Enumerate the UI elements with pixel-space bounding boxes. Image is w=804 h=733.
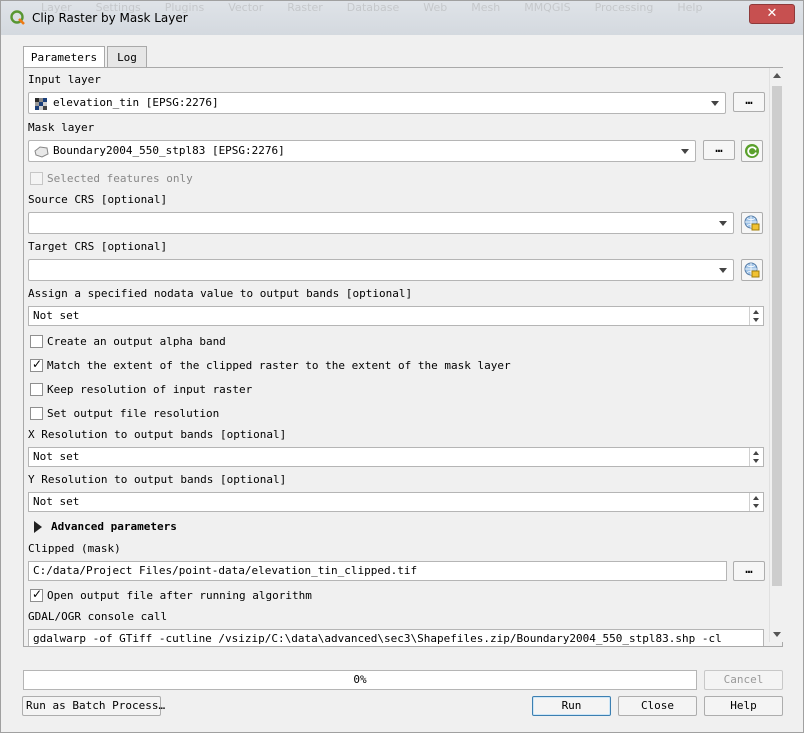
clipped-output-label: Clipped (mask) bbox=[28, 542, 121, 555]
scroll-up-icon[interactable] bbox=[773, 73, 781, 78]
clipped-output-field[interactable]: C:/data/Project Files/point-data/elevati… bbox=[28, 561, 727, 581]
tab-parameters[interactable]: Parameters bbox=[23, 46, 105, 69]
chevron-down-icon bbox=[719, 268, 727, 273]
mask-layer-browse-button[interactable]: … bbox=[703, 140, 735, 160]
input-layer-value: elevation_tin [EPSG:2276] bbox=[53, 96, 219, 109]
console-call-label: GDAL/OGR console call bbox=[28, 610, 168, 623]
match-extent-label: Match the extent of the clipped raster t… bbox=[47, 359, 511, 372]
source-crs-label: Source CRS [optional] bbox=[28, 193, 168, 206]
y-resolution-spinbox[interactable]: Not set bbox=[28, 492, 764, 512]
spin-arrows-icon[interactable] bbox=[749, 448, 763, 466]
x-resolution-label: X Resolution to output bands [optional] bbox=[28, 428, 287, 441]
input-layer-combo[interactable]: elevation_tin [EPSG:2276] bbox=[28, 92, 726, 114]
mask-layer-label: Mask layer bbox=[28, 121, 95, 134]
title-bar: Layer Settings Plugins Vector Raster Database… bbox=[1, 1, 803, 35]
close-button[interactable]: Close bbox=[618, 696, 697, 716]
input-layer-browse-button[interactable]: … bbox=[733, 92, 765, 112]
polygon-layer-icon bbox=[34, 146, 49, 158]
tab-log[interactable]: Log bbox=[107, 46, 147, 68]
alpha-band-checkbox[interactable] bbox=[30, 335, 43, 348]
scrollbar-thumb[interactable] bbox=[772, 86, 782, 586]
qgis-logo-icon bbox=[10, 10, 25, 25]
alpha-band-label: Create an output alpha band bbox=[47, 335, 226, 348]
chevron-down-icon bbox=[711, 101, 719, 106]
dialog-window: Layer Settings Plugins Vector Raster Database… bbox=[0, 0, 804, 733]
window-close-button[interactable]: ✕ bbox=[749, 4, 795, 24]
crs-globe-icon bbox=[744, 262, 760, 278]
chevron-down-icon bbox=[681, 149, 689, 154]
selected-features-only-checkbox[interactable] bbox=[30, 172, 43, 185]
progress-bar: 0% bbox=[23, 670, 697, 690]
input-layer-label: Input layer bbox=[28, 73, 101, 86]
raster-layer-icon bbox=[35, 98, 47, 110]
source-crs-combo[interactable] bbox=[28, 212, 734, 234]
set-resolution-checkbox[interactable] bbox=[30, 407, 43, 420]
keep-resolution-label: Keep resolution of input raster bbox=[47, 383, 253, 396]
checkmark-icon: ✓ bbox=[32, 357, 43, 371]
crs-globe-icon bbox=[744, 215, 760, 231]
nodata-spinbox[interactable]: Not set bbox=[28, 306, 764, 326]
advanced-parameters-toggle[interactable]: Advanced parameters bbox=[51, 520, 177, 533]
expand-triangle-icon[interactable] bbox=[34, 521, 42, 533]
iterate-features-button[interactable] bbox=[741, 140, 763, 162]
nodata-label: Assign a specified nodata value to outpu… bbox=[28, 287, 413, 300]
progress-text: 0% bbox=[353, 673, 367, 686]
parameters-scrollbar[interactable] bbox=[769, 68, 783, 642]
keep-resolution-checkbox[interactable] bbox=[30, 383, 43, 396]
match-extent-checkbox[interactable]: ✓ bbox=[30, 357, 43, 372]
spin-arrows-icon[interactable] bbox=[749, 307, 763, 325]
selected-features-only-label: Selected features only bbox=[47, 172, 193, 185]
run-button[interactable]: Run bbox=[532, 696, 611, 716]
window-title: Clip Raster by Mask Layer bbox=[32, 11, 188, 25]
x-resolution-spinbox[interactable]: Not set bbox=[28, 447, 764, 467]
mask-layer-value: Boundary2004_550_stpl83 [EPSG:2276] bbox=[53, 144, 285, 157]
open-output-label: Open output file after running algorithm bbox=[47, 589, 312, 602]
spin-arrows-icon[interactable] bbox=[749, 493, 763, 511]
console-call-field[interactable]: gdalwarp -of GTiff -cutline /vsizip/C:\d… bbox=[28, 629, 764, 646]
target-crs-select-button[interactable] bbox=[741, 259, 763, 281]
checkmark-icon: ✓ bbox=[32, 587, 43, 601]
mask-layer-combo[interactable]: Boundary2004_550_stpl83 [EPSG:2276] bbox=[28, 140, 696, 162]
run-as-batch-button[interactable]: Run as Batch Process… bbox=[22, 696, 165, 716]
cancel-button[interactable]: Cancel bbox=[704, 670, 783, 690]
y-resolution-label: Y Resolution to output bands [optional] bbox=[28, 473, 287, 486]
target-crs-label: Target CRS [optional] bbox=[28, 240, 168, 253]
target-crs-combo[interactable] bbox=[28, 259, 734, 281]
refresh-icon bbox=[745, 144, 759, 158]
open-output-checkbox[interactable]: ✓ bbox=[30, 587, 43, 602]
set-resolution-label: Set output file resolution bbox=[47, 407, 220, 420]
source-crs-select-button[interactable] bbox=[741, 212, 763, 234]
clipped-output-browse-button[interactable]: … bbox=[733, 561, 765, 581]
chevron-down-icon bbox=[719, 221, 727, 226]
scroll-down-icon[interactable] bbox=[773, 632, 781, 637]
help-button[interactable]: Help bbox=[704, 696, 783, 716]
parameters-panel: Input layer elevation_tin [EPSG:2276] … … bbox=[23, 67, 783, 647]
